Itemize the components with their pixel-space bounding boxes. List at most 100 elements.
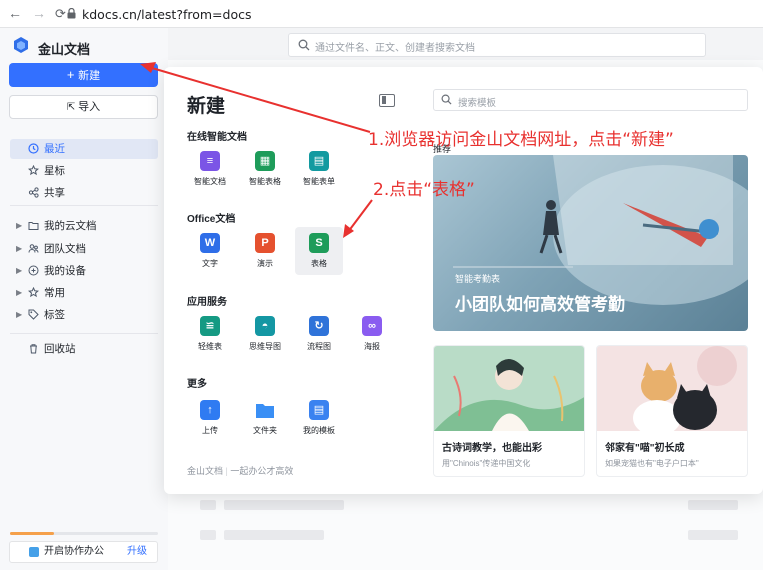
presentation-icon: P bbox=[255, 233, 275, 253]
card-subtitle: 如果宠猫也有"电子户口本" bbox=[605, 459, 699, 468]
tile-label: 海报 bbox=[364, 342, 380, 351]
sidebar-item-label: 最近 bbox=[44, 143, 65, 155]
sidebar-divider bbox=[10, 205, 158, 206]
my-templates[interactable]: ▤ 我的模板 bbox=[295, 391, 343, 439]
banner-tag: 智能考勤表 bbox=[455, 274, 501, 284]
dialog-title: 新建 bbox=[187, 96, 226, 117]
template-banner[interactable]: 智能考勤表 小团队如何高效管考勤 bbox=[433, 155, 748, 331]
browser-toolbar: ← → ⟳ kdocs.cn/latest?from=docs bbox=[0, 0, 763, 28]
tile-label: 智能文档 bbox=[194, 177, 226, 186]
collab-label: 开启协作办公 bbox=[44, 546, 104, 557]
sidebar-item-starred[interactable]: 星标 bbox=[10, 161, 158, 181]
search-input[interactable]: 通过文件名、正文、创建者搜索文档 bbox=[288, 33, 706, 57]
expand-arrow-icon[interactable]: ▶ bbox=[16, 283, 22, 303]
new-word-doc[interactable]: W 文字 bbox=[186, 224, 234, 272]
sidebar-item-label: 星标 bbox=[44, 165, 65, 177]
sidebar-item-label: 共享 bbox=[44, 187, 65, 199]
new-spreadsheet[interactable]: S 表格 bbox=[295, 227, 343, 275]
footer-slogan: 一起办公才高效 bbox=[230, 466, 294, 476]
upload-file[interactable]: ↑ 上传 bbox=[186, 391, 234, 439]
sidebar-item-label: 回收站 bbox=[44, 343, 76, 355]
smart-sheet-icon: ▦ bbox=[255, 151, 275, 171]
collab-office-button[interactable]: 开启协作办公 升级 bbox=[9, 541, 158, 563]
upload-icon: ↑ bbox=[200, 400, 220, 420]
upgrade-link[interactable]: 升级 bbox=[127, 542, 147, 562]
template-search-placeholder: 搜索模板 bbox=[458, 98, 497, 109]
template-card[interactable]: 邻家有"喵"初长成 如果宠猫也有"电子户口本" bbox=[596, 345, 748, 477]
new-lightweight-table[interactable]: ≌ 轻维表 bbox=[186, 307, 234, 355]
card-title: 古诗词教学，也能出彩 bbox=[442, 443, 542, 454]
word-icon: W bbox=[200, 233, 220, 253]
collab-icon bbox=[29, 547, 39, 557]
template-card[interactable]: 古诗词教学，也能出彩 用"Chinois"传递中国文化 bbox=[433, 345, 585, 477]
tile-label: 上传 bbox=[202, 426, 218, 435]
sidebar-item-label: 我的设备 bbox=[44, 265, 86, 277]
card-illustration bbox=[597, 346, 747, 431]
expand-arrow-icon[interactable]: ▶ bbox=[16, 216, 22, 236]
annotation-step-1: 1.浏览器访问金山文档网址，点击“新建” bbox=[368, 130, 674, 150]
sidebar-item-my-docs[interactable]: ▶ 我的云文档 bbox=[10, 216, 158, 236]
sidebar-item-label: 常用 bbox=[44, 287, 65, 299]
new-mind-map[interactable]: ◓ 思维导图 bbox=[241, 307, 289, 355]
spreadsheet-icon: S bbox=[309, 233, 329, 253]
lock-icon bbox=[67, 8, 76, 19]
new-button[interactable]: + 新建 bbox=[9, 63, 158, 87]
sidebar-item-tags[interactable]: ▶ 标签 bbox=[10, 305, 158, 325]
folder-icon bbox=[28, 222, 39, 230]
storage-progress bbox=[10, 532, 158, 535]
reload-icon[interactable]: ⟳ bbox=[55, 6, 66, 22]
section-app-services: 应用服务 bbox=[187, 297, 227, 308]
dialog-footer: 金山文档 | 一起办公才高效 bbox=[187, 466, 294, 476]
card-title: 邻家有"喵"初长成 bbox=[605, 443, 685, 454]
section-more: 更多 bbox=[187, 379, 207, 390]
tile-label: 文件夹 bbox=[253, 426, 277, 435]
new-poster[interactable]: ∞ 海报 bbox=[348, 307, 396, 355]
trash-icon bbox=[30, 344, 37, 354]
expand-arrow-icon[interactable]: ▶ bbox=[16, 239, 22, 259]
new-smart-form[interactable]: ▤ 智能表单 bbox=[295, 142, 343, 190]
new-smart-doc[interactable]: ≡ 智能文档 bbox=[186, 142, 234, 190]
search-icon bbox=[441, 94, 452, 105]
smart-doc-icon: ≡ bbox=[200, 151, 220, 171]
sidebar-item-recent[interactable]: 最近 bbox=[10, 139, 158, 159]
folder-icon bbox=[256, 404, 274, 418]
smart-form-icon: ▤ bbox=[309, 151, 329, 171]
share-icon bbox=[28, 187, 39, 198]
tile-label: 智能表单 bbox=[303, 177, 335, 186]
search-icon bbox=[298, 39, 310, 51]
sidebar-item-shared[interactable]: 共享 bbox=[10, 183, 158, 203]
new-presentation[interactable]: P 演示 bbox=[241, 224, 289, 272]
template-search-input[interactable]: 搜索模板 bbox=[433, 89, 748, 111]
address-bar[interactable]: kdocs.cn/latest?from=docs bbox=[82, 7, 252, 22]
sidebar-item-label: 团队文档 bbox=[44, 243, 86, 255]
panel-toggle-icon[interactable] bbox=[379, 94, 395, 107]
section-office-docs: Office文档 bbox=[187, 214, 236, 225]
expand-arrow-icon[interactable]: ▶ bbox=[16, 305, 22, 325]
footer-brand: 金山文档 bbox=[187, 466, 224, 476]
tile-label: 演示 bbox=[257, 259, 273, 268]
annotation-step-2: 2.点击“表格” bbox=[373, 180, 475, 200]
back-icon[interactable]: ← bbox=[8, 5, 22, 21]
new-folder[interactable]: 文件夹 bbox=[241, 391, 289, 439]
tile-label: 轻维表 bbox=[198, 342, 222, 351]
app-name: 金山文档 bbox=[38, 42, 91, 57]
sidebar-divider bbox=[10, 333, 158, 334]
poster-icon: ∞ bbox=[362, 316, 382, 336]
new-button-label: 新建 bbox=[78, 70, 101, 82]
template-icon: ▤ bbox=[309, 400, 329, 420]
sidebar-item-frequent[interactable]: ▶ 常用 bbox=[10, 283, 158, 303]
mind-map-icon: ◓ bbox=[255, 316, 275, 336]
search-placeholder: 通过文件名、正文、创建者搜索文档 bbox=[315, 43, 475, 54]
new-flowchart[interactable]: ↻ 流程图 bbox=[295, 307, 343, 355]
sidebar-item-label: 标签 bbox=[44, 309, 65, 321]
import-button[interactable]: ⇱ 导入 bbox=[9, 95, 158, 119]
sidebar-item-my-devices[interactable]: ▶ 我的设备 bbox=[10, 261, 158, 281]
forward-icon[interactable]: → bbox=[32, 5, 46, 21]
sidebar-item-trash[interactable]: 回收站 bbox=[10, 339, 158, 359]
flowchart-icon: ↻ bbox=[309, 316, 329, 336]
lightweight-table-icon: ≌ bbox=[200, 316, 220, 336]
new-smart-sheet[interactable]: ▦ 智能表格 bbox=[241, 142, 289, 190]
sidebar-item-team-docs[interactable]: ▶ 团队文档 bbox=[10, 239, 158, 259]
expand-arrow-icon[interactable]: ▶ bbox=[16, 261, 22, 281]
star-icon bbox=[28, 165, 39, 176]
